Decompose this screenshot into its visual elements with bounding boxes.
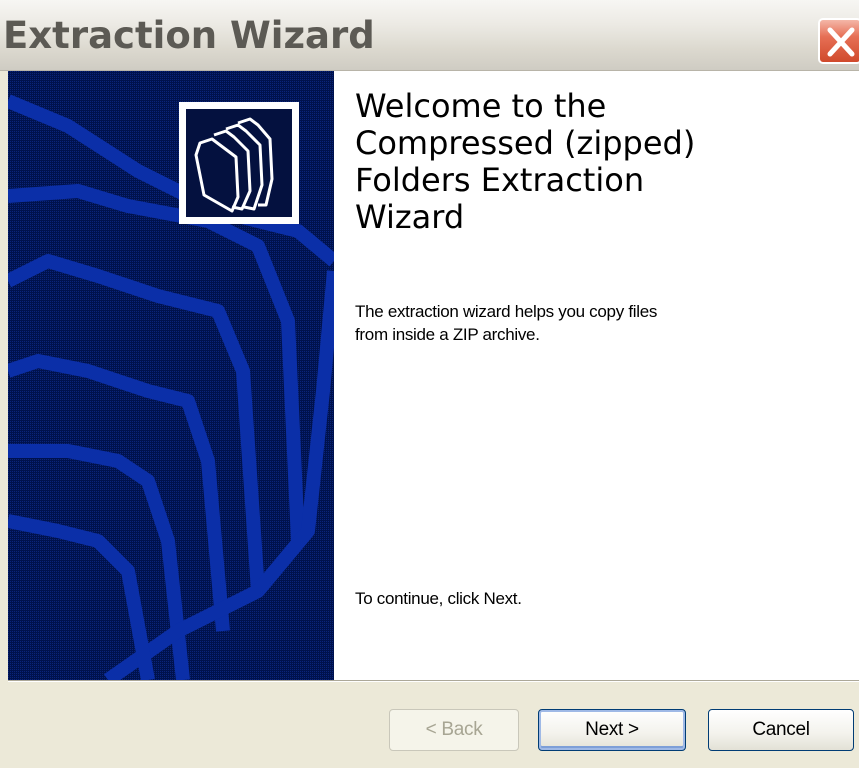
description-line: The extraction wizard helps you copy fil… (355, 302, 658, 321)
heading-line: Compressed (zipped) (355, 124, 696, 162)
page-title: Welcome to the Compressed (zipped) Folde… (355, 88, 835, 236)
heading-line: Wizard (355, 198, 465, 236)
description-line: from inside a ZIP archive. (355, 325, 540, 344)
separator (8, 680, 859, 682)
back-button[interactable]: < Back (389, 709, 519, 751)
title-bar[interactable]: Extraction Wizard (0, 0, 859, 71)
close-button[interactable] (818, 18, 859, 64)
window-title: Extraction Wizard (3, 14, 375, 57)
description: The extraction wizard helps you copy fil… (355, 300, 835, 346)
next-button[interactable]: Next > (538, 709, 686, 751)
instruction-text: To continue, click Next. (355, 589, 522, 608)
wizard-icon-frame (179, 102, 299, 224)
heading-line: Folders Extraction (355, 161, 645, 199)
cancel-button[interactable]: Cancel (708, 709, 854, 751)
close-icon (827, 27, 855, 57)
heading-line: Welcome to the (355, 87, 607, 125)
folders-icon (194, 117, 274, 213)
